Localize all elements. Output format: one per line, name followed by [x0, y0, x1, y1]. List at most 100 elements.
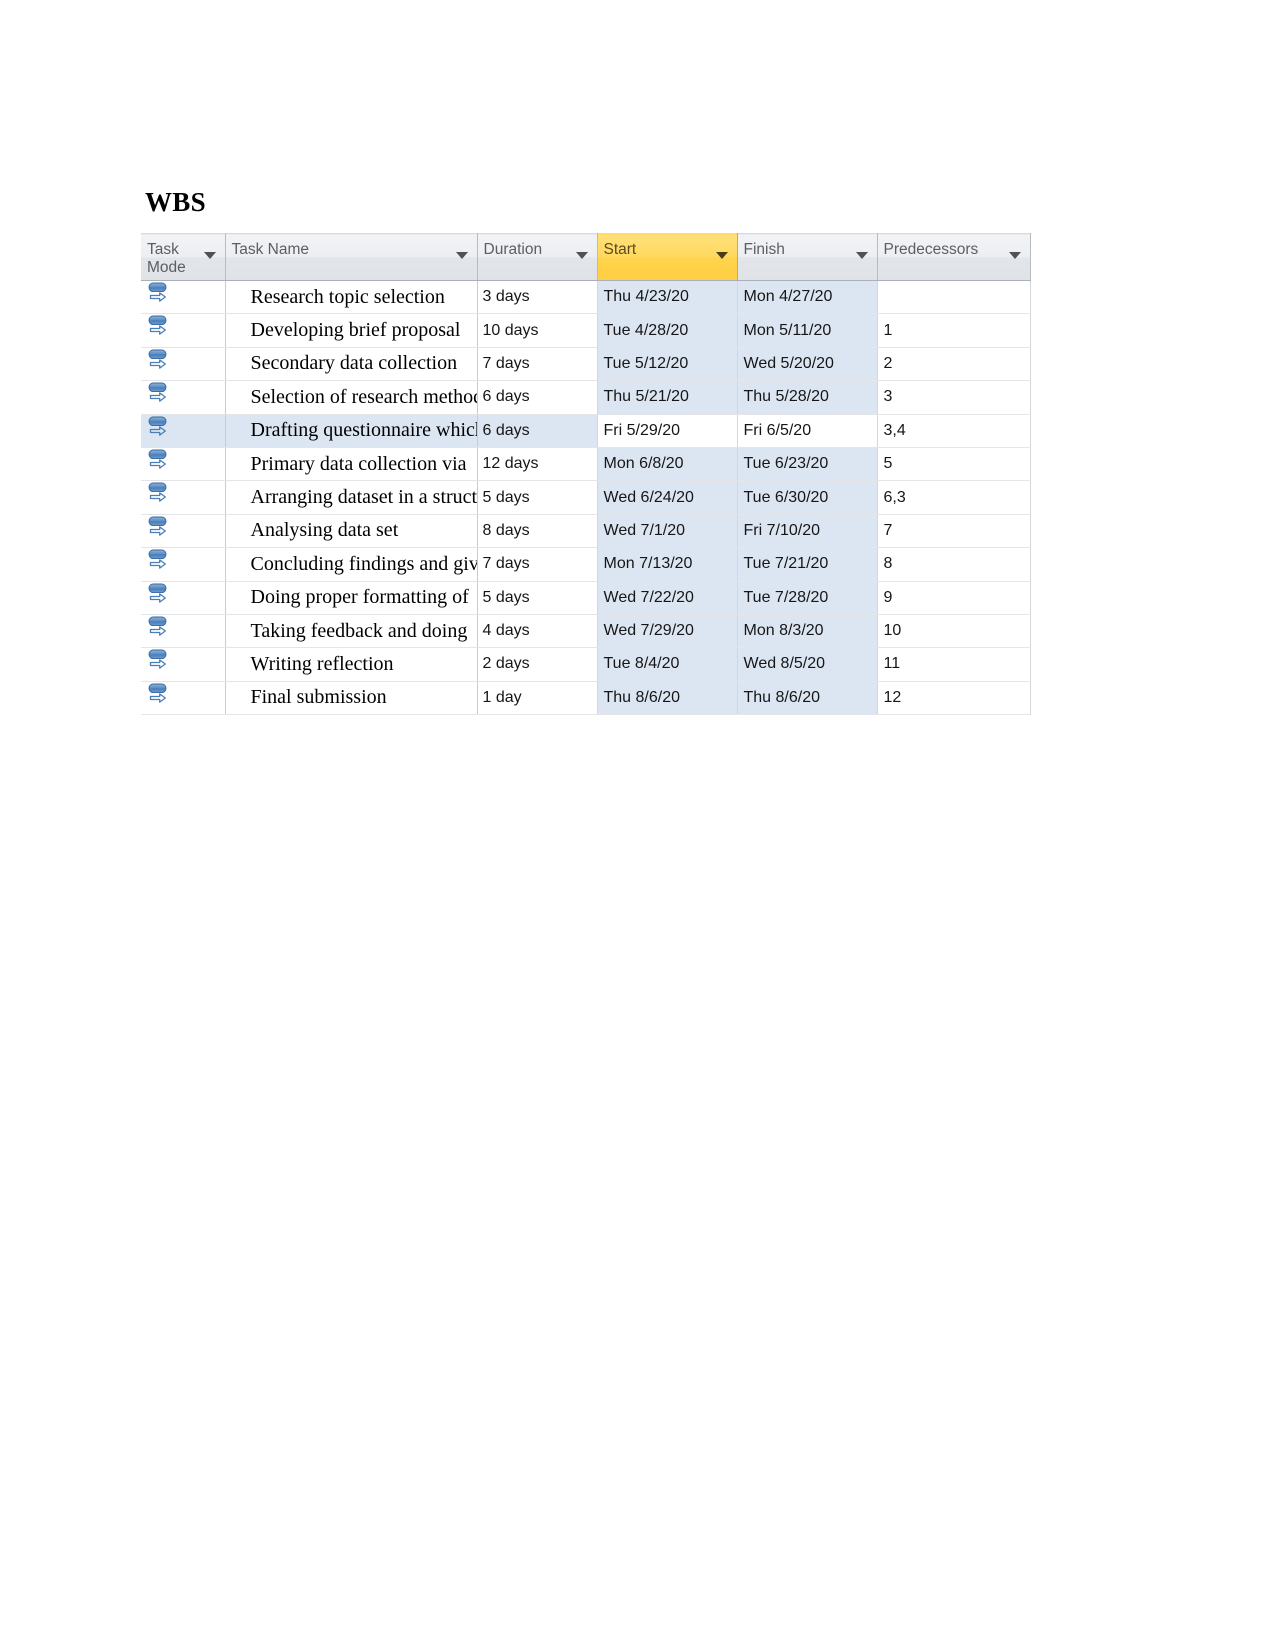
- cell-task-mode[interactable]: [141, 514, 226, 549]
- cell-predecessors[interactable]: 9: [877, 581, 1031, 615]
- filter-dropdown-arrow-icon[interactable]: [455, 252, 468, 259]
- cell-task-name[interactable]: Selection of research method: [225, 380, 478, 415]
- cell-start[interactable]: Wed 7/22/20: [597, 581, 738, 615]
- cell-predecessors[interactable]: 7: [877, 514, 1031, 549]
- column-header-duration[interactable]: Duration: [477, 233, 598, 281]
- column-header-task-mode[interactable]: Task Mode: [141, 233, 226, 281]
- cell-predecessors[interactable]: 3,4: [877, 414, 1031, 448]
- cell-start[interactable]: Fri 5/29/20: [597, 414, 738, 448]
- cell-start[interactable]: Wed 6/24/20: [597, 480, 738, 515]
- cell-task-mode[interactable]: [141, 313, 226, 348]
- cell-task-name[interactable]: Writing reflection: [225, 647, 478, 682]
- cell-task-mode[interactable]: [141, 547, 226, 582]
- cell-predecessors[interactable]: 5: [877, 447, 1031, 482]
- cell-task-name[interactable]: Doing proper formatting of: [225, 581, 478, 615]
- cell-finish[interactable]: Wed 8/5/20: [737, 647, 878, 682]
- cell-task-mode[interactable]: [141, 447, 226, 482]
- cell-start[interactable]: Thu 5/21/20: [597, 380, 738, 415]
- cell-duration[interactable]: 6 days: [477, 380, 598, 415]
- filter-dropdown-arrow-icon[interactable]: [1008, 252, 1021, 259]
- table-row[interactable]: Doing proper formatting of 5 days Wed 7/22…: [141, 581, 1031, 615]
- cell-task-mode[interactable]: [141, 347, 226, 382]
- cell-finish[interactable]: Thu 5/28/20: [737, 380, 878, 415]
- cell-finish[interactable]: Fri 7/10/20: [737, 514, 878, 549]
- cell-task-name[interactable]: Developing brief proposal: [225, 313, 478, 348]
- cell-task-mode[interactable]: [141, 681, 226, 716]
- cell-start[interactable]: Thu 4/23/20: [597, 280, 738, 315]
- cell-start[interactable]: Wed 7/29/20: [597, 614, 738, 649]
- cell-duration[interactable]: 7 days: [477, 547, 598, 582]
- table-row[interactable]: Taking feedback and doing 4 days Wed 7/29/…: [141, 614, 1031, 649]
- table-row[interactable]: Developing brief proposal 10 days Tue 4/28…: [141, 313, 1031, 348]
- cell-duration[interactable]: 1 day: [477, 681, 598, 716]
- cell-duration[interactable]: 4 days: [477, 614, 598, 649]
- filter-dropdown-arrow-icon[interactable]: [855, 252, 868, 259]
- table-row[interactable]: Secondary data collection 7 days Tue 5/12/…: [141, 347, 1031, 382]
- column-header-task-name[interactable]: Task Name: [225, 233, 478, 281]
- cell-duration[interactable]: 6 days: [477, 414, 598, 448]
- column-header-finish[interactable]: Finish: [737, 233, 878, 281]
- cell-task-mode[interactable]: [141, 581, 226, 615]
- filter-dropdown-arrow-icon[interactable]: [715, 252, 728, 259]
- table-row[interactable]: Analysing data set 8 days Wed 7/1/20 Fri 7/…: [141, 514, 1031, 549]
- cell-task-mode[interactable]: [141, 280, 226, 315]
- cell-finish[interactable]: Mon 8/3/20: [737, 614, 878, 649]
- cell-task-mode[interactable]: [141, 614, 226, 649]
- cell-duration[interactable]: 3 days: [477, 280, 598, 315]
- cell-predecessors[interactable]: 12: [877, 681, 1031, 716]
- cell-finish[interactable]: Mon 5/11/20: [737, 313, 878, 348]
- cell-task-name[interactable]: Arranging dataset in a structure: [225, 480, 478, 515]
- cell-task-mode[interactable]: [141, 414, 226, 448]
- cell-finish[interactable]: Fri 6/5/20: [737, 414, 878, 448]
- cell-task-name[interactable]: Final submission: [225, 681, 478, 716]
- cell-finish[interactable]: Tue 6/30/20: [737, 480, 878, 515]
- cell-duration[interactable]: 5 days: [477, 480, 598, 515]
- cell-task-name[interactable]: Concluding findings and giving: [225, 547, 478, 582]
- cell-task-name[interactable]: Taking feedback and doing: [225, 614, 478, 649]
- cell-predecessors[interactable]: 11: [877, 647, 1031, 682]
- table-row[interactable]: Research topic selection 3 days Thu 4/23/2…: [141, 280, 1031, 315]
- table-row[interactable]: Selection of research method 6 days Thu 5/…: [141, 380, 1031, 415]
- cell-task-mode[interactable]: [141, 480, 226, 515]
- table-row[interactable]: Concluding findings and giving7 daysMon …: [141, 547, 1031, 582]
- cell-duration[interactable]: 5 days: [477, 581, 598, 615]
- cell-start[interactable]: Mon 7/13/20: [597, 547, 738, 582]
- cell-task-mode[interactable]: [141, 380, 226, 415]
- cell-task-name[interactable]: Research topic selection: [225, 280, 478, 315]
- cell-predecessors[interactable]: 8: [877, 547, 1031, 582]
- cell-finish[interactable]: Wed 5/20/20: [737, 347, 878, 382]
- cell-finish[interactable]: Thu 8/6/20: [737, 681, 878, 716]
- table-row[interactable]: Primary data collection via 12 days Mon 6/…: [141, 447, 1031, 482]
- column-header-start[interactable]: Start: [596, 233, 738, 281]
- table-row[interactable]: Final submission 1 day Thu 8/6/20 Thu 8/6/2…: [141, 681, 1031, 716]
- cell-finish[interactable]: Tue 7/28/20: [737, 581, 878, 615]
- column-header-predecessors[interactable]: Predecessors: [877, 233, 1031, 281]
- cell-duration[interactable]: 8 days: [477, 514, 598, 549]
- cell-task-name[interactable]: Analysing data set: [225, 514, 478, 549]
- cell-predecessors[interactable]: 3: [877, 380, 1031, 415]
- cell-predecessors[interactable]: [877, 280, 1031, 315]
- cell-duration[interactable]: 10 days: [477, 313, 598, 348]
- cell-duration[interactable]: 7 days: [477, 347, 598, 382]
- cell-start[interactable]: Thu 8/6/20: [597, 681, 738, 716]
- cell-finish[interactable]: Tue 7/21/20: [737, 547, 878, 582]
- cell-task-name[interactable]: Secondary data collection: [225, 347, 478, 382]
- cell-task-name[interactable]: Drafting questionnaire which: [225, 414, 478, 448]
- cell-task-name[interactable]: Primary data collection via: [225, 447, 478, 482]
- cell-predecessors[interactable]: 2: [877, 347, 1031, 382]
- cell-predecessors[interactable]: 1: [877, 313, 1031, 348]
- cell-predecessors[interactable]: 10: [877, 614, 1031, 649]
- cell-finish[interactable]: Tue 6/23/20: [737, 447, 878, 482]
- filter-dropdown-arrow-icon[interactable]: [203, 252, 216, 259]
- cell-start[interactable]: Tue 8/4/20: [597, 647, 738, 682]
- table-row[interactable]: Arranging dataset in a structure5 daysWe…: [141, 480, 1031, 515]
- cell-start[interactable]: Tue 4/28/20: [597, 313, 738, 348]
- table-row[interactable]: Writing reflection 2 days Tue 8/4/20 Wed 8/…: [141, 647, 1031, 682]
- cell-task-mode[interactable]: [141, 647, 226, 682]
- table-row[interactable]: Drafting questionnaire which 6 days Fri 5/…: [141, 414, 1031, 448]
- cell-start[interactable]: Wed 7/1/20: [597, 514, 738, 549]
- cell-duration[interactable]: 12 days: [477, 447, 598, 482]
- cell-predecessors[interactable]: 6,3: [877, 480, 1031, 515]
- cell-finish[interactable]: Mon 4/27/20: [737, 280, 878, 315]
- cell-start[interactable]: Mon 6/8/20: [597, 447, 738, 482]
